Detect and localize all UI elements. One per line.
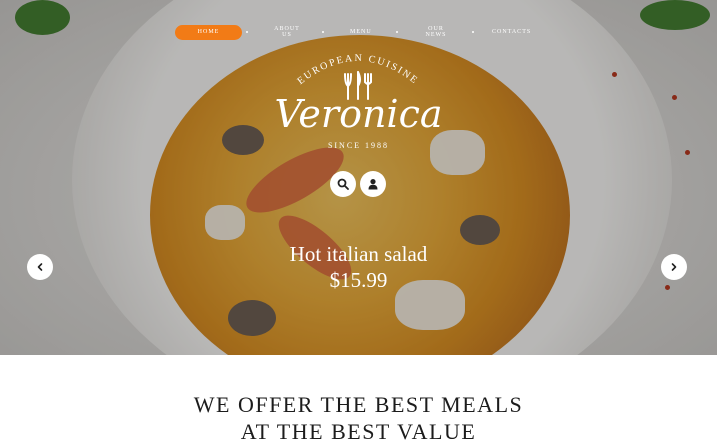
chevron-right-icon bbox=[671, 263, 677, 271]
logo-name: Veronica bbox=[274, 92, 443, 136]
account-button[interactable] bbox=[360, 171, 386, 197]
headline-line-2: AT THE BEST VALUE bbox=[240, 419, 477, 444]
user-icon bbox=[368, 179, 378, 190]
carousel-next-button[interactable] bbox=[661, 254, 687, 280]
hero-slider: HOME ABOUT US MENU OUR NEWS CONTACTS EUR… bbox=[0, 0, 717, 355]
headline-line-1: WE OFFER THE BEST MEALS bbox=[193, 392, 524, 417]
search-icon bbox=[337, 178, 349, 190]
search-button[interactable] bbox=[330, 171, 356, 197]
slide-dish-price: $15.99 bbox=[329, 268, 388, 292]
section-headline: WE OFFER THE BEST MEALS AT THE BEST VALU… bbox=[0, 391, 717, 445]
carousel-prev-button[interactable] bbox=[27, 254, 53, 280]
chevron-left-icon bbox=[37, 263, 43, 271]
logo-since: SINCE 1988 bbox=[327, 141, 390, 150]
slide-dish-name: Hot italian salad bbox=[289, 242, 428, 266]
